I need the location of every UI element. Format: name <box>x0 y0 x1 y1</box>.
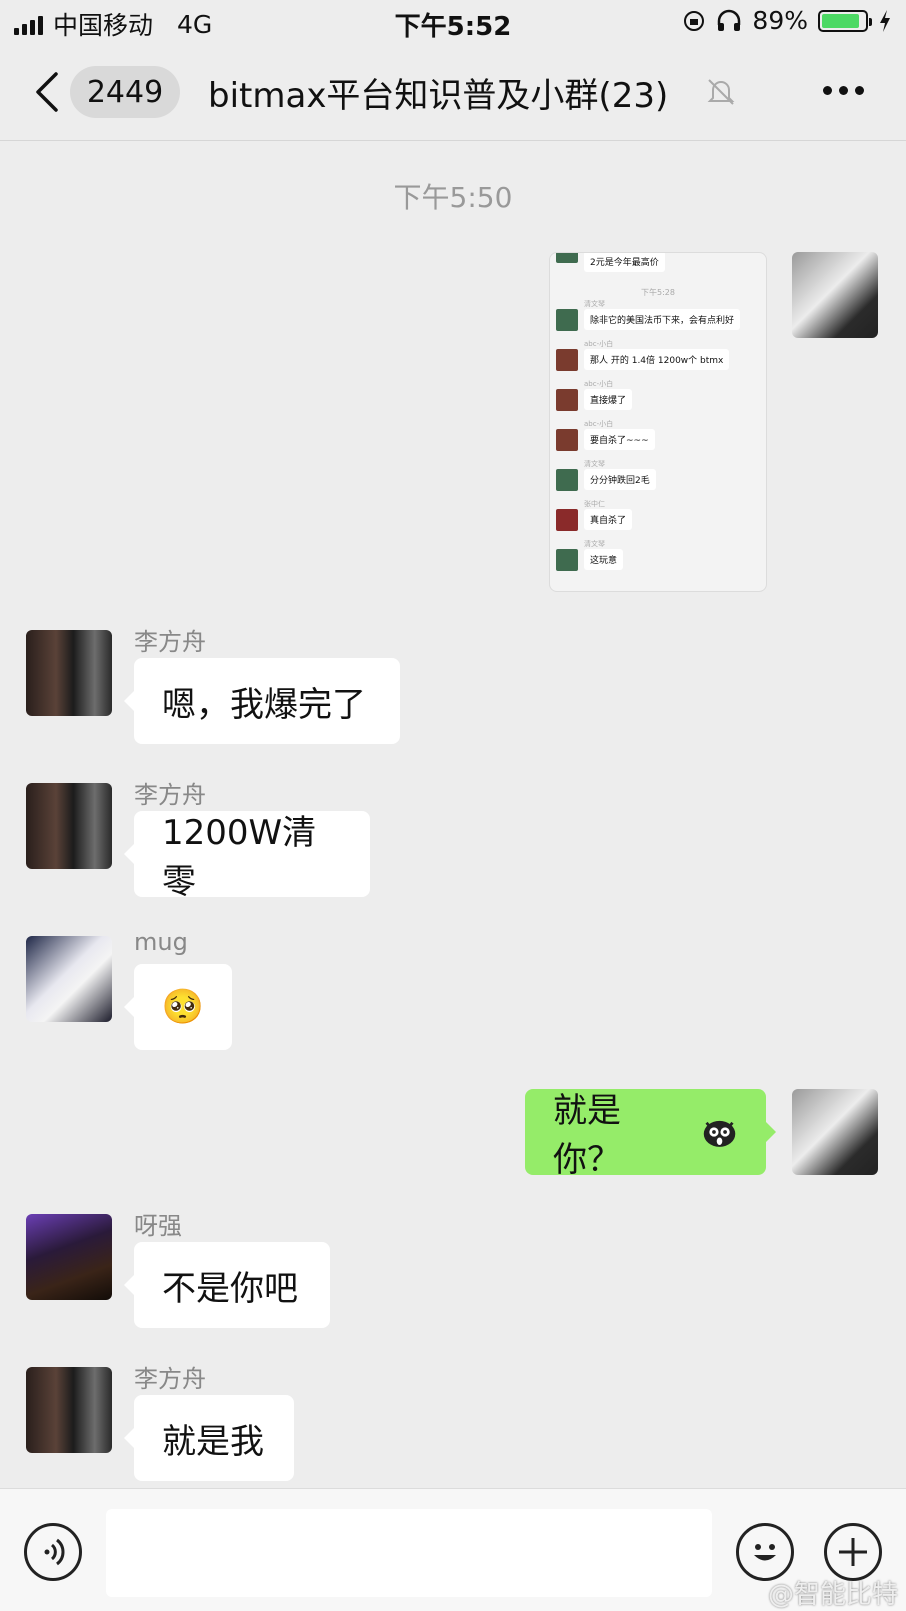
chat-header: 2449 bitmax平台知识普及小群(23) <box>0 46 906 141</box>
avatar[interactable] <box>26 1214 112 1300</box>
plus-icon <box>839 1538 867 1566</box>
orientation-lock-icon <box>684 10 705 31</box>
mini-sender: 清文琴 <box>584 300 605 308</box>
mini-avatar <box>556 429 578 451</box>
avatar[interactable] <box>26 1367 112 1453</box>
sender-name: 呀强 <box>134 1212 182 1240</box>
mini-bubble: 分分钟跌回2毛 <box>584 469 656 490</box>
self-message-bubble[interactable]: 就是你？ <box>525 1089 776 1180</box>
mini-bubble: 直接爆了 <box>584 389 633 410</box>
mini-sender: abc-小白 <box>584 340 614 348</box>
mini-bubble: 除非它的美国法币下来，会有点利好 <box>584 309 741 330</box>
mini-sender: 清文琴 <box>584 460 605 468</box>
emoji-message-bubble[interactable]: 🥺 <box>124 964 232 1050</box>
charging-icon <box>880 9 890 32</box>
more-options-button[interactable] <box>823 86 864 95</box>
more-functions-button[interactable] <box>824 1523 882 1581</box>
self-avatar[interactable] <box>792 1089 878 1175</box>
emoji-button[interactable] <box>736 1523 794 1581</box>
mini-avatar <box>556 469 578 491</box>
mini-avatar <box>556 389 578 411</box>
message-bubble[interactable]: 1200W清零 <box>124 811 370 902</box>
sender-name: mug <box>134 928 188 956</box>
mini-bubble: 那人 开的 1.4倍 1200w个 btmx <box>584 349 730 370</box>
mini-bubble: 2元是今年最高价 <box>584 253 665 272</box>
message-bubble[interactable]: 嗯，我爆完了 <box>124 658 400 744</box>
mini-avatar <box>556 253 578 263</box>
self-avatar[interactable] <box>792 252 878 338</box>
status-bar: 中国移动 4G 下午5:52 89% <box>0 0 906 46</box>
mini-sender: abc-小白 <box>584 420 614 428</box>
mini-avatar <box>556 349 578 371</box>
mini-avatar <box>556 309 578 331</box>
self-message-text: 就是你？ <box>553 1091 621 1180</box>
mini-bubble: 真自杀了 <box>584 509 633 530</box>
back-chevron-icon[interactable] <box>28 68 68 116</box>
sender-name: 李方舟 <box>134 628 206 656</box>
battery-icon <box>818 9 872 32</box>
headphones-icon <box>718 9 741 31</box>
mini-sender: abc-小白 <box>584 380 614 388</box>
mini-avatar <box>556 509 578 531</box>
avatar[interactable] <box>26 783 112 869</box>
chat-timestamp: 下午5:50 <box>393 181 513 214</box>
avatar[interactable] <box>26 936 112 1022</box>
avatar[interactable] <box>26 630 112 716</box>
mini-timestamp: 下午5:28 <box>641 288 675 297</box>
message-input[interactable] <box>106 1509 712 1597</box>
screenshot-image-message[interactable]: 2元是今年最高价 下午5:28 清文琴 除非它的美国法币下来，会有点利好 abc-… <box>549 252 767 592</box>
battery-percent: 89% <box>752 6 808 35</box>
voice-wave-icon <box>44 1538 65 1566</box>
chat-title: bitmax平台知识普及小群(23) <box>208 76 669 116</box>
mini-sender: 清文琴 <box>584 540 605 548</box>
mini-bubble: 这玩意 <box>584 549 624 570</box>
cute-face-emoji-icon <box>703 1120 736 1147</box>
watermark: @智能比特 <box>767 1580 898 1610</box>
voice-input-button[interactable] <box>24 1523 82 1581</box>
smiley-icon <box>754 1544 776 1561</box>
mute-bell-icon <box>707 79 735 105</box>
message-bubble[interactable]: 不是你吧 <box>124 1242 330 1328</box>
message-bubble[interactable]: 就是我 <box>124 1395 294 1481</box>
mini-sender: 张中仁 <box>584 500 605 508</box>
mini-avatar <box>556 549 578 571</box>
unread-count-badge[interactable]: 2449 <box>70 66 180 118</box>
sender-name: 李方舟 <box>134 1365 206 1393</box>
mini-bubble: 要自杀了~~~ <box>584 429 655 450</box>
